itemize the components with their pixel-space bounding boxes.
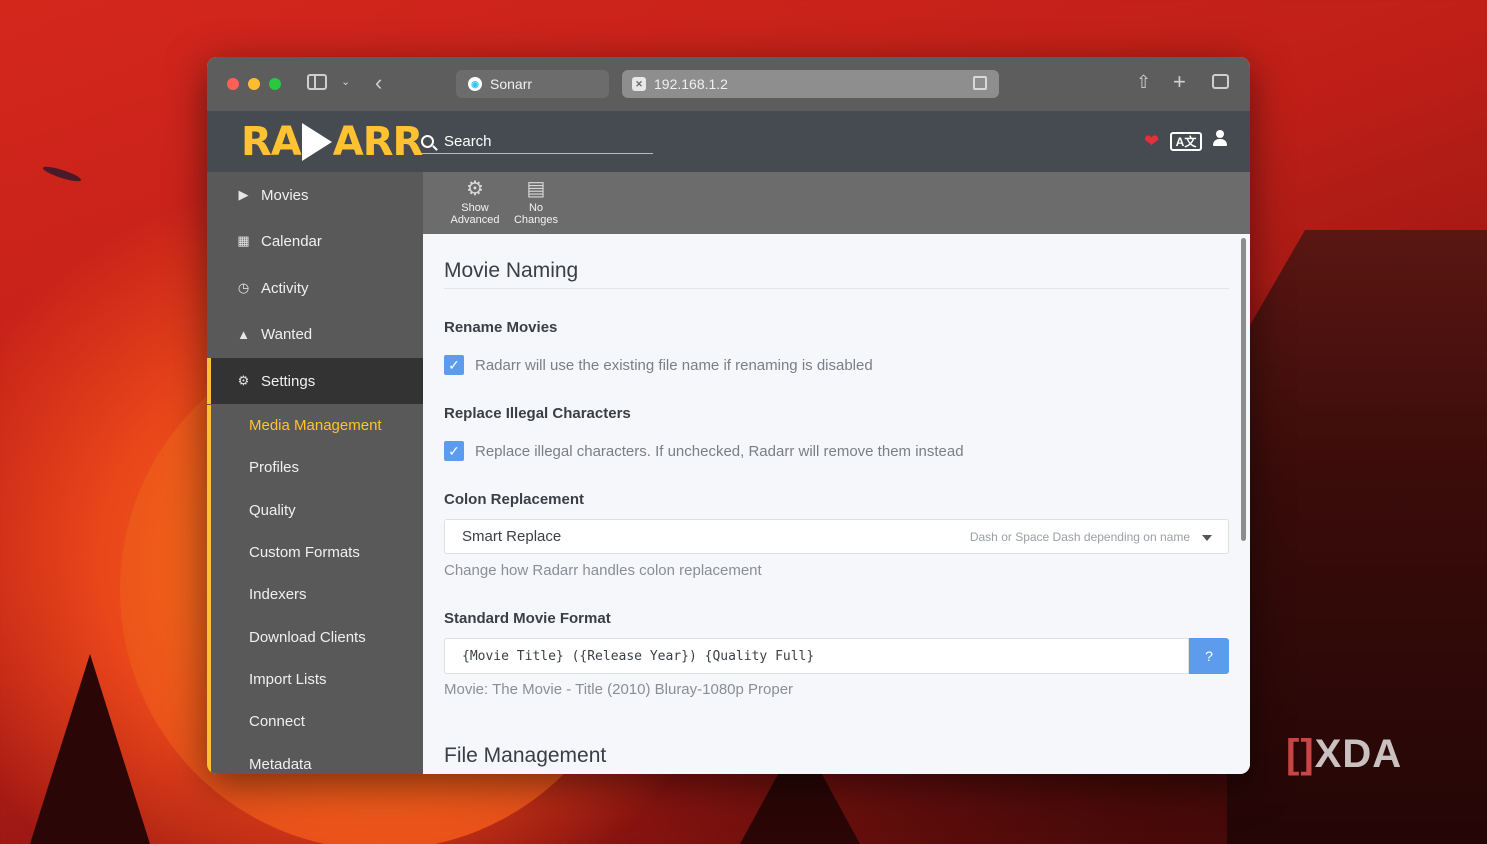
format-help-button[interactable]: ? xyxy=(1189,638,1229,674)
xda-watermark: []XDA xyxy=(1286,732,1402,777)
tab-sonarr-label: Sonarr xyxy=(490,76,533,92)
standard-movie-format-example: Movie: The Movie - Title (2010) Bluray-1… xyxy=(444,681,794,698)
standard-movie-format-input[interactable] xyxy=(444,638,1189,674)
user-icon[interactable] xyxy=(1213,129,1227,149)
browser-titlebar: ⌄ ‹ ◉ Sonarr ✕ 192.168.1.2 ⇧ + xyxy=(207,57,1250,111)
gears-icon: ⚙ xyxy=(237,373,250,388)
logo-text-right: ARR xyxy=(332,119,424,165)
xda-text: XDA xyxy=(1314,732,1403,776)
sidebar-item-activity[interactable]: ◷ Activity xyxy=(207,265,423,311)
sidebar-item-label: Settings xyxy=(261,372,316,390)
site-favicon-icon: ✕ xyxy=(632,77,646,91)
submenu-import-lists[interactable]: Import Lists xyxy=(249,671,327,688)
play-icon: ▶ xyxy=(238,187,249,202)
submenu-media-management[interactable]: Media Management xyxy=(249,417,382,434)
tab-sonarr[interactable]: ◉ Sonarr xyxy=(456,70,609,98)
translate-icon[interactable]: A文 xyxy=(1170,132,1202,151)
logo-text-left: RA xyxy=(241,119,302,165)
address-bar[interactable]: ✕ 192.168.1.2 xyxy=(622,70,999,98)
standard-movie-format-label: Standard Movie Format xyxy=(444,610,611,627)
replace-illegal-checkbox[interactable]: ✓ xyxy=(444,441,464,461)
search-icon xyxy=(421,135,434,148)
submenu-indexers[interactable]: Indexers xyxy=(249,586,307,603)
clock-icon: ◷ xyxy=(237,280,250,295)
sidebar-item-wanted[interactable]: ▲ Wanted xyxy=(207,311,423,357)
submenu-metadata[interactable]: Metadata xyxy=(249,756,312,773)
new-tab-icon[interactable]: + xyxy=(1173,71,1186,93)
colon-replacement-help: Change how Radarr handles colon replacem… xyxy=(444,562,762,579)
radarr-logo[interactable]: RA ARR xyxy=(241,119,424,165)
settings-submenu: Media Management Profiles Quality Custom… xyxy=(207,405,423,774)
background-bird xyxy=(41,164,83,184)
save-changes-button[interactable]: ▤ No Changes xyxy=(506,178,566,226)
rename-movies-description: Radarr will use the existing file name i… xyxy=(475,357,873,374)
checkmark-icon: ✓ xyxy=(448,356,460,373)
sonarr-favicon-icon: ◉ xyxy=(468,77,482,91)
reader-view-icon[interactable] xyxy=(973,76,987,90)
colon-replacement-value: Smart Replace xyxy=(462,528,562,545)
save-icon: ▤ xyxy=(526,178,546,200)
submenu-profiles[interactable]: Profiles xyxy=(249,459,299,476)
search-input[interactable] xyxy=(444,133,644,150)
minimize-window-button[interactable] xyxy=(248,78,260,90)
checkmark-icon: ✓ xyxy=(448,442,460,459)
tab-overview-icon[interactable] xyxy=(1212,74,1229,89)
calendar-icon: ▦ xyxy=(237,233,250,248)
replace-illegal-description: Replace illegal characters. If unchecked… xyxy=(475,443,964,460)
chevron-down-icon[interactable]: ⌄ xyxy=(341,77,350,88)
submenu-connect[interactable]: Connect xyxy=(249,713,305,730)
rename-movies-label: Rename Movies xyxy=(444,319,558,336)
show-advanced-line1: Show xyxy=(461,202,489,214)
app-header: RA ARR ❤ A文 xyxy=(207,111,1250,172)
replace-illegal-label: Replace Illegal Characters xyxy=(444,405,631,422)
sidebar: ▶ Movies ▦ Calendar ◷ Activity ▲ Wanted … xyxy=(207,172,423,774)
colon-replacement-select[interactable]: Smart Replace Dash or Space Dash dependi… xyxy=(444,519,1229,554)
advanced-settings-icon: ⚙ xyxy=(466,178,484,200)
show-advanced-line2: Advanced xyxy=(450,214,500,226)
sidebar-item-movies[interactable]: ▶ Movies xyxy=(207,172,423,218)
back-arrow-icon[interactable]: ‹ xyxy=(375,72,382,94)
logo-play-icon xyxy=(301,123,332,161)
rename-movies-checkbox[interactable]: ✓ xyxy=(444,355,464,375)
traffic-lights xyxy=(227,78,281,90)
sidebar-item-calendar[interactable]: ▦ Calendar xyxy=(207,218,423,264)
sidebar-item-label: Movies xyxy=(261,186,309,204)
search-box xyxy=(421,130,653,154)
sidebar-item-label: Calendar xyxy=(261,232,322,250)
submenu-custom-formats[interactable]: Custom Formats xyxy=(249,544,360,561)
sidebar-item-settings[interactable]: ⚙ Settings xyxy=(207,358,423,404)
content-scrollbar[interactable] xyxy=(1241,238,1246,541)
xda-bracket: [] xyxy=(1286,732,1315,776)
section-title-file-management: File Management xyxy=(444,744,607,767)
close-window-button[interactable] xyxy=(227,78,239,90)
warning-icon: ▲ xyxy=(237,326,250,342)
no-changes-line1: No xyxy=(528,202,544,214)
show-advanced-button[interactable]: ⚙ Show Advanced xyxy=(445,178,505,226)
section-title-movie-naming: Movie Naming xyxy=(444,259,579,282)
settings-content: Movie Naming Rename Movies ✓ Radarr will… xyxy=(423,234,1250,774)
submenu-quality[interactable]: Quality xyxy=(249,502,296,519)
sidebar-toggle-icon[interactable] xyxy=(307,74,327,90)
donate-heart-icon[interactable]: ❤ xyxy=(1144,131,1159,152)
caret-down-icon xyxy=(1202,535,1212,541)
submenu-download-clients[interactable]: Download Clients xyxy=(249,629,366,646)
sidebar-item-label: Wanted xyxy=(261,325,313,343)
colon-replacement-hint: Dash or Space Dash depending on name xyxy=(969,530,1190,544)
section-divider xyxy=(444,288,1229,289)
no-changes-line2: Changes xyxy=(513,214,559,226)
sidebar-item-label: Activity xyxy=(261,279,309,297)
share-icon[interactable]: ⇧ xyxy=(1136,73,1151,91)
browser-window: ⌄ ‹ ◉ Sonarr ✕ 192.168.1.2 ⇧ + RA ARR ❤ A… xyxy=(207,57,1250,774)
address-bar-url: 192.168.1.2 xyxy=(654,76,728,92)
zoom-window-button[interactable] xyxy=(269,78,281,90)
colon-replacement-label: Colon Replacement xyxy=(444,491,585,508)
page-toolbar: ⚙ Show Advanced ▤ No Changes xyxy=(423,172,1250,234)
background-tree xyxy=(30,654,150,844)
